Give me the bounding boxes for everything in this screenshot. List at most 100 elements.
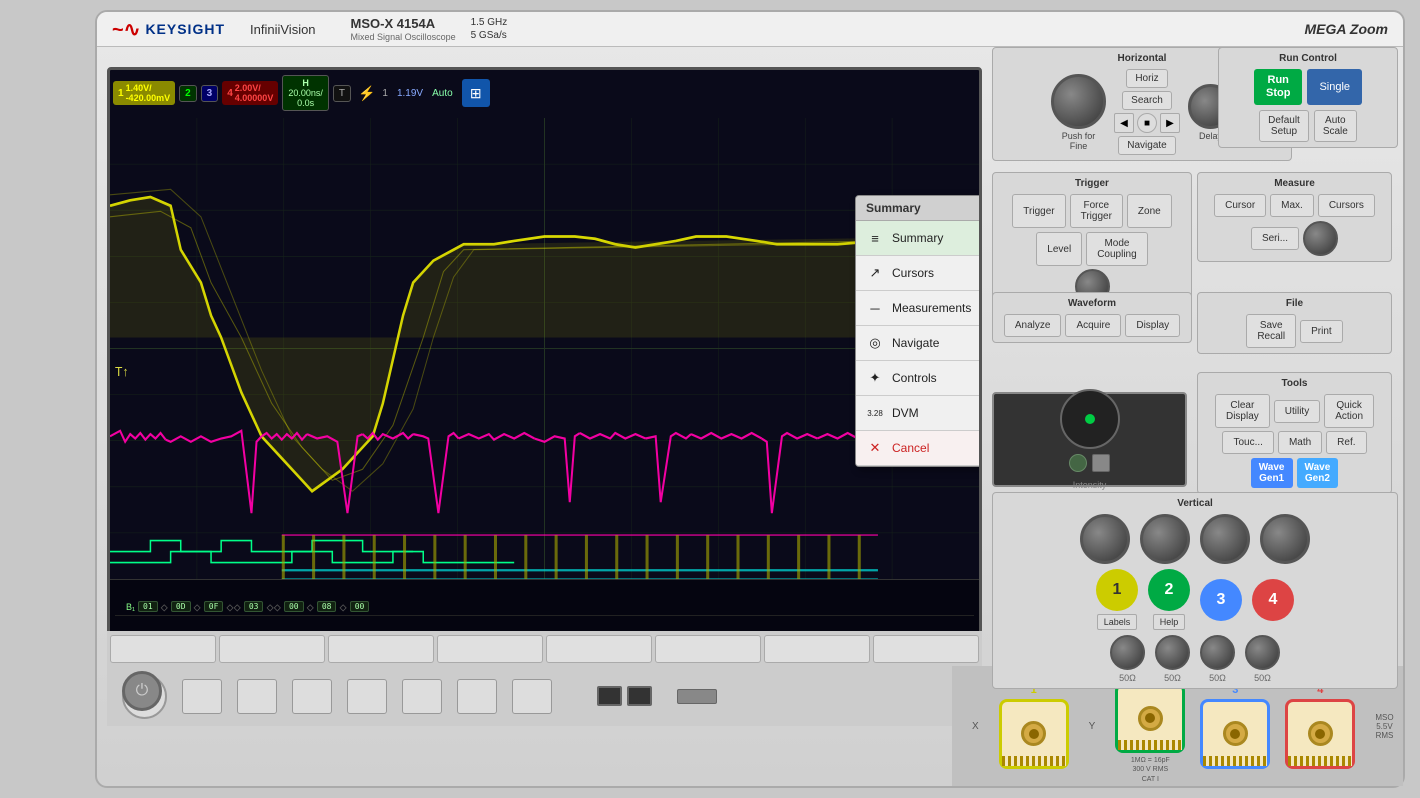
ch3-ohm-label: 50Ω bbox=[1209, 673, 1226, 683]
nav-right-btn[interactable]: ▶ bbox=[1160, 113, 1180, 133]
ch4-pos-knob[interactable] bbox=[1245, 635, 1280, 670]
front-btn-sq-5[interactable] bbox=[402, 679, 442, 714]
bnc-ch4-connector[interactable] bbox=[1285, 699, 1355, 769]
save-recall-button[interactable]: SaveRecall bbox=[1246, 314, 1296, 348]
single-button[interactable]: Single bbox=[1307, 69, 1362, 105]
dropdown-item-summary[interactable]: ≡ Summary bbox=[856, 221, 982, 256]
front-btn-sq-7[interactable] bbox=[512, 679, 552, 714]
dropdown-item-controls[interactable]: ✦ Controls bbox=[856, 361, 982, 396]
dropdown-item-cancel[interactable]: ✕ Cancel bbox=[856, 431, 982, 466]
front-btn-sq-4[interactable] bbox=[347, 679, 387, 714]
soft-key-1[interactable] bbox=[110, 635, 216, 663]
ch4-channel-button[interactable]: 4 bbox=[1252, 579, 1294, 621]
zone-button[interactable]: Zone bbox=[1127, 194, 1172, 228]
measure-knob[interactable] bbox=[1303, 221, 1338, 256]
dropdown-menu[interactable]: Summary ⊞ ≡ Summary ↗ Cursors ─ Measurem… bbox=[855, 195, 982, 467]
ch4-val2: 4.00000V bbox=[235, 93, 274, 103]
h-badge[interactable]: H 20.00ns/ 0.0s bbox=[282, 75, 329, 111]
display-button[interactable]: Display bbox=[1125, 314, 1180, 337]
mode-coupling-button[interactable]: ModeCoupling bbox=[1086, 232, 1147, 266]
dropdown-item-navigate[interactable]: ◎ Navigate bbox=[856, 326, 982, 361]
ch2-knob-group bbox=[1140, 514, 1190, 564]
bnc-ch2-sublabel: 1MΩ = 16pF300 V RMSCAT I bbox=[1131, 756, 1170, 783]
print-button[interactable]: Print bbox=[1300, 320, 1343, 343]
acquire-button[interactable]: Acquire bbox=[1065, 314, 1121, 337]
default-setup-button[interactable]: DefaultSetup bbox=[1259, 110, 1309, 142]
usb-port-1[interactable] bbox=[597, 686, 622, 706]
front-btn-sq-1[interactable] bbox=[182, 679, 222, 714]
ch4-scale-knob[interactable] bbox=[1260, 514, 1310, 564]
soft-key-8[interactable] bbox=[873, 635, 979, 663]
nav-left-btn[interactable]: ◀ bbox=[1114, 113, 1134, 133]
auto-scale-button[interactable]: AutoScale bbox=[1314, 110, 1357, 142]
ch2-badge[interactable]: 2 bbox=[179, 85, 197, 102]
touch-button[interactable]: Touc... bbox=[1222, 431, 1273, 454]
ch1-pos-knob[interactable] bbox=[1110, 635, 1145, 670]
intensity-knob[interactable] bbox=[1060, 389, 1120, 449]
force-trigger-button[interactable]: ForceTrigger bbox=[1070, 194, 1123, 228]
horizontal-knob[interactable] bbox=[1051, 74, 1106, 129]
front-btn-sq-2[interactable] bbox=[237, 679, 277, 714]
trigger-button[interactable]: Trigger bbox=[1012, 194, 1065, 228]
cursor-button[interactable]: Cursor bbox=[1214, 194, 1266, 217]
clear-display-button[interactable]: ClearDisplay bbox=[1215, 394, 1270, 428]
dropdown-item-measurements[interactable]: ─ Measurements bbox=[856, 291, 982, 326]
front-btn-sq-3[interactable] bbox=[292, 679, 332, 714]
quick-action-button[interactable]: QuickAction bbox=[1324, 394, 1374, 428]
ch2-pos-knob[interactable] bbox=[1155, 635, 1190, 670]
dropdown-item-cursors[interactable]: ↗ Cursors bbox=[856, 256, 982, 291]
max-button[interactable]: Max. bbox=[1270, 194, 1314, 217]
analyze-button[interactable]: Analyze bbox=[1004, 314, 1062, 337]
soft-key-2[interactable] bbox=[219, 635, 325, 663]
nav-buttons: ◀ ■ ▶ bbox=[1114, 113, 1180, 133]
ch3-badge[interactable]: 3 bbox=[201, 85, 219, 102]
search-button[interactable]: Search bbox=[1122, 91, 1172, 110]
soft-key-4[interactable] bbox=[437, 635, 543, 663]
intensity-label: Intensity bbox=[1073, 480, 1107, 490]
soft-key-7[interactable] bbox=[764, 635, 870, 663]
utility-button[interactable]: Utility bbox=[1274, 400, 1320, 423]
usb-port-2[interactable] bbox=[627, 686, 652, 706]
run-stop-button[interactable]: RunStop bbox=[1254, 69, 1302, 105]
ch1-pos-group: 50Ω bbox=[1110, 635, 1145, 683]
ch2-scale-knob[interactable] bbox=[1140, 514, 1190, 564]
math-button[interactable]: Math bbox=[1278, 431, 1322, 454]
ch3-scale-knob[interactable] bbox=[1200, 514, 1250, 564]
navigate-button[interactable]: Navigate bbox=[1118, 136, 1175, 155]
intensity-display[interactable]: Intensity bbox=[992, 392, 1187, 487]
nav-stop-btn[interactable]: ■ bbox=[1137, 113, 1157, 133]
soft-key-6[interactable] bbox=[655, 635, 761, 663]
wave-gen2-button[interactable]: WaveGen2 bbox=[1297, 458, 1339, 488]
soft-key-5[interactable] bbox=[546, 635, 652, 663]
ch3-pos-knob[interactable] bbox=[1200, 635, 1235, 670]
oscilloscope-screen[interactable]: 1 1.40V/ -420.00mV 2 3 4 2.00V/ 4.00000V bbox=[107, 67, 982, 637]
front-btn-sq-6[interactable] bbox=[457, 679, 497, 714]
bnc-ch3-connector[interactable] bbox=[1200, 699, 1270, 769]
horiz-button[interactable]: Horiz bbox=[1126, 69, 1167, 88]
ch1-scale-knob[interactable] bbox=[1080, 514, 1130, 564]
bnc-ch1-connector[interactable] bbox=[999, 699, 1069, 769]
menu-icon-button[interactable]: ⊞ bbox=[462, 79, 490, 107]
bnc-ch1-inner bbox=[1029, 729, 1039, 739]
ch1-channel-button[interactable]: 1 bbox=[1096, 569, 1138, 611]
wave-gen1-button[interactable]: WaveGen1 bbox=[1251, 458, 1293, 488]
ch4-badge[interactable]: 4 2.00V/ 4.00000V bbox=[222, 81, 278, 105]
dropdown-item-dvm[interactable]: 3.28 DVM bbox=[856, 396, 982, 431]
cursors-m-button[interactable]: Cursors bbox=[1318, 194, 1375, 217]
bnc-ch2-connector[interactable] bbox=[1115, 683, 1185, 753]
soft-key-3[interactable] bbox=[328, 635, 434, 663]
ch2-channel-button[interactable]: 2 bbox=[1148, 569, 1190, 611]
push-to-select-btn[interactable] bbox=[1092, 454, 1110, 472]
ref-button[interactable]: Ref. bbox=[1326, 431, 1366, 454]
seri-button[interactable]: Seri... bbox=[1251, 227, 1299, 250]
intensity-sub-knob[interactable] bbox=[1069, 454, 1087, 472]
level-button[interactable]: Level bbox=[1036, 232, 1082, 266]
ch3-channel-button[interactable]: 3 bbox=[1200, 579, 1242, 621]
t-badge[interactable]: T bbox=[333, 85, 351, 102]
ch1-badge[interactable]: 1 1.40V/ -420.00mV bbox=[113, 81, 175, 105]
ch1-label-button[interactable]: Labels bbox=[1097, 614, 1138, 630]
ch4-knob-group bbox=[1260, 514, 1310, 564]
vertical-title: Vertical bbox=[998, 498, 1392, 509]
power-button[interactable]: ⏻ bbox=[122, 671, 162, 711]
ch2-help-button[interactable]: Help bbox=[1153, 614, 1186, 630]
